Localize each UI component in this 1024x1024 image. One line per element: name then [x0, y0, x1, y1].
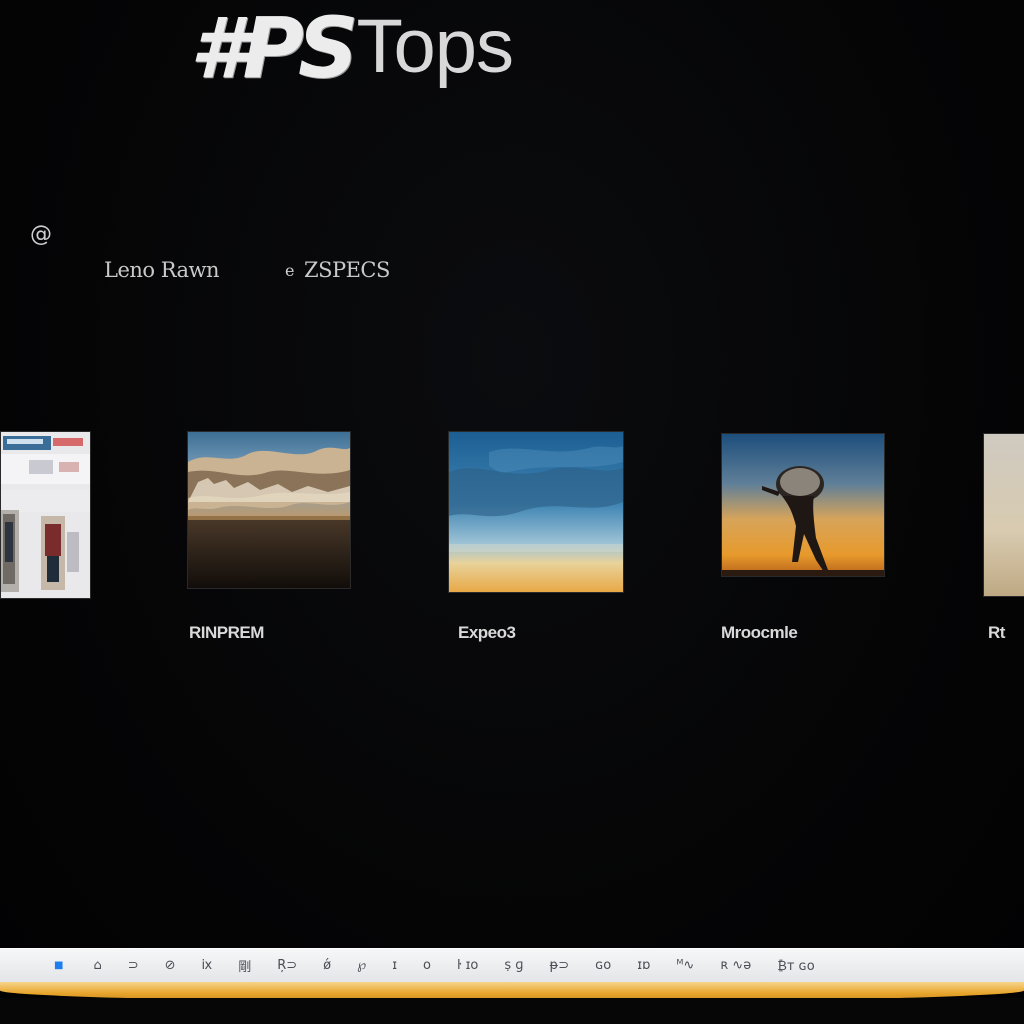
- taskbar-app-icon[interactable]: ɪɒ: [637, 958, 650, 973]
- filter-label: ZSPECS: [304, 258, 390, 282]
- photo-caption: Rt: [988, 623, 1005, 642]
- taskbar-app-icon[interactable]: ɢo: [595, 958, 611, 973]
- sky-image: [449, 432, 623, 592]
- photo-thumbnail: [721, 433, 885, 577]
- taskbar-app-icon[interactable]: ǿ: [323, 958, 331, 973]
- gallery-card[interactable]: Expeo3: [448, 431, 624, 651]
- photo-thumbnail: [448, 431, 624, 593]
- photo-thumbnail: [187, 431, 351, 589]
- app-logo: #PS Tops: [190, 0, 515, 116]
- taskbar-app-icon[interactable]: ʀ ∿ə: [720, 958, 751, 973]
- at-icon[interactable]: @: [30, 222, 52, 247]
- filter-bullet-icon: e: [285, 260, 294, 280]
- taskbar-app-icon[interactable]: ᴏ: [423, 958, 431, 973]
- app-window: #PS Tops @ Leno Rawn e ZSPECS RINPREM Ex…: [0, 0, 1024, 1024]
- taskbar-app-icon[interactable]: Ŗ⊃: [277, 958, 297, 973]
- taskbar-app-icon[interactable]: ⊃: [128, 958, 139, 973]
- taskbar-app-icon[interactable]: ɪ: [392, 958, 397, 973]
- taskbar-app-icon[interactable]: ᵽ⊃: [550, 958, 570, 973]
- taskbar-app-icon[interactable]: ⊘: [165, 958, 176, 973]
- gallery-card[interactable]: RINPREM: [187, 431, 351, 651]
- photo-thumbnail: [0, 431, 91, 599]
- photo-caption: Mroocmle: [721, 623, 798, 642]
- desert-image: [984, 434, 1024, 596]
- gallery-card[interactable]: [0, 431, 92, 651]
- photo-caption: Expeo3: [458, 623, 516, 642]
- taskbar-app-icon[interactable]: ℘: [357, 958, 366, 973]
- logo-light-text: Tops: [356, 4, 515, 89]
- filter-item-zspecs[interactable]: e ZSPECS: [285, 258, 390, 282]
- bottom-bezel: [0, 998, 1024, 1024]
- collage-image: [1, 432, 90, 598]
- taskbar-app-icon[interactable]: ᴹ∿: [676, 958, 694, 973]
- silhouette-image: [722, 434, 884, 576]
- taskbar-home-icon[interactable]: ⌂: [93, 958, 101, 973]
- gallery-card[interactable]: Rt: [983, 433, 1024, 653]
- photo-caption: RINPREM: [189, 623, 264, 642]
- photo-thumbnail: [983, 433, 1024, 597]
- taskbar-app-icon[interactable]: ⅸ: [202, 958, 213, 973]
- gallery-card[interactable]: Mroocmle: [721, 433, 885, 653]
- taskbar-app-icon[interactable]: ₿ᴛ ɢo: [777, 958, 814, 974]
- filter-row: Leno Rawn e ZSPECS: [104, 258, 390, 282]
- filter-item-leno-rawn[interactable]: Leno Rawn: [104, 258, 220, 282]
- taskbar-app-icon[interactable]: ŀ ɪo: [457, 958, 478, 973]
- filter-label: Leno Rawn: [104, 258, 220, 282]
- taskbar: ■ ⌂ ⊃ ⊘ ⅸ 剛 Ŗ⊃ ǿ ℘ ɪ ᴏ ŀ ɪo ṣ ɡ ᵽ⊃ ɢo ɪɒ…: [0, 948, 1024, 982]
- landscape-image: [188, 432, 350, 588]
- taskbar-app-icon[interactable]: ṣ ɡ: [504, 958, 523, 973]
- logo-bold-text: #PS: [190, 0, 358, 97]
- taskbar-app-icon[interactable]: 剛: [238, 956, 251, 975]
- start-icon[interactable]: ■: [54, 960, 63, 971]
